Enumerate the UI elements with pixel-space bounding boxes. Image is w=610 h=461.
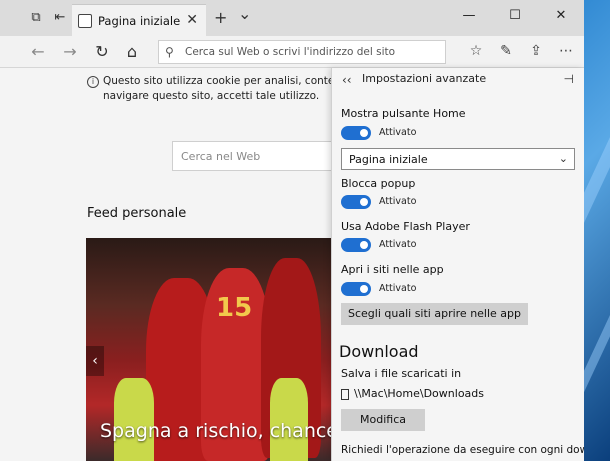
tab-close-icon[interactable]: ✕	[186, 12, 198, 28]
favorites-hub-icon[interactable]: ☆	[466, 43, 486, 59]
minimize-button[interactable]: —	[446, 0, 492, 32]
forward-arrow-icon[interactable]: →	[60, 42, 80, 61]
cookie-notice-line-2: navigare questo sito, accetti tale utili…	[103, 90, 320, 102]
file-icon	[341, 389, 349, 400]
open-apps-state: Attivato	[379, 283, 417, 294]
open-apps-toggle[interactable]	[341, 282, 371, 296]
tab-list-chevron-down-icon[interactable]: ⌄	[238, 4, 251, 23]
tab-bar: ⧉ ⇤ Pagina iniziale ✕ + ⌄ — ☐ ✕	[0, 0, 584, 36]
feed-caption[interactable]: Spagna a rischio, chance pe	[100, 420, 368, 442]
web-search-input[interactable]: Cerca nel Web	[172, 141, 342, 171]
more-options-icon[interactable]: ⋯	[556, 43, 576, 59]
share-icon[interactable]: ⇪	[526, 43, 546, 59]
download-path: \\Mac\Home\Downloads	[354, 387, 484, 400]
feed-previous-chevron-icon[interactable]: ‹	[86, 346, 104, 376]
maximize-button[interactable]: ☐	[492, 0, 538, 32]
refresh-icon[interactable]: ↻	[92, 42, 112, 61]
search-placeholder: Cerca nel Web	[181, 150, 261, 163]
home-page-select[interactable]: Pagina iniziale ⌄	[341, 148, 575, 170]
page-favicon-icon	[78, 14, 92, 28]
home-icon[interactable]: ⌂	[122, 42, 142, 61]
flash-state: Attivato	[379, 239, 417, 250]
block-popup-state: Attivato	[379, 196, 417, 207]
tab-pagina-iniziale[interactable]: Pagina iniziale ✕	[72, 4, 206, 36]
ask-download-label: Richiedi l'operazione da eseguire con og…	[341, 444, 584, 456]
change-folder-button[interactable]: Modifica	[341, 409, 425, 431]
block-popup-toggle[interactable]	[341, 195, 371, 209]
set-aside-tabs-icon[interactable]: ⇤	[52, 10, 68, 26]
save-files-label: Salva i file scaricati in	[341, 367, 462, 380]
new-tab-button[interactable]: +	[214, 8, 227, 27]
advanced-settings-panel: ‹‹ Impostazioni avanzate ⊣ Mostra pulsan…	[331, 68, 584, 461]
download-section-title: Download	[339, 342, 419, 361]
pin-icon[interactable]: ⊣	[564, 72, 574, 86]
flash-label: Usa Adobe Flash Player	[341, 220, 470, 233]
close-window-button[interactable]: ✕	[538, 0, 584, 32]
feed-title: Feed personale	[87, 206, 187, 221]
settings-title: Impostazioni avanzate	[362, 72, 487, 85]
cookie-notice-line-1: Questo sito utilizza cookie per analisi,…	[103, 75, 404, 87]
chevron-down-icon: ⌄	[558, 152, 568, 165]
info-icon: i	[87, 76, 99, 88]
address-bar[interactable]: ⚲ Cerca sul Web o scrivi l'indirizzo del…	[158, 40, 446, 64]
navigation-bar: ← → ↻ ⌂ ⚲ Cerca sul Web o scrivi l'indir…	[0, 36, 584, 68]
back-chevron-icon[interactable]: ‹‹	[342, 73, 352, 87]
open-apps-label: Apri i siti nelle app	[341, 263, 444, 276]
web-note-pen-icon[interactable]: ✎	[496, 43, 516, 59]
show-home-label: Mostra pulsante Home	[341, 107, 466, 120]
show-home-state: Attivato	[379, 127, 417, 138]
cookie-notice: Questo sito utilizza cookie per analisi,…	[103, 74, 404, 104]
choose-sites-button[interactable]: Scegli quali siti aprire nelle app	[341, 303, 529, 325]
search-icon: ⚲	[165, 45, 174, 59]
flash-toggle[interactable]	[341, 238, 371, 252]
back-arrow-icon[interactable]: ←	[28, 42, 48, 61]
tab-preview-icon[interactable]: ⧉	[28, 10, 44, 26]
tab-title: Pagina iniziale	[98, 14, 181, 28]
address-placeholder: Cerca sul Web o scrivi l'indirizzo del s…	[185, 46, 396, 58]
show-home-toggle[interactable]	[341, 126, 371, 140]
block-popup-label: Blocca popup	[341, 177, 416, 190]
home-page-select-value: Pagina iniziale	[349, 153, 428, 166]
browser-window: ⧉ ⇤ Pagina iniziale ✕ + ⌄ — ☐ ✕ ← → ↻ ⌂ …	[0, 0, 584, 461]
